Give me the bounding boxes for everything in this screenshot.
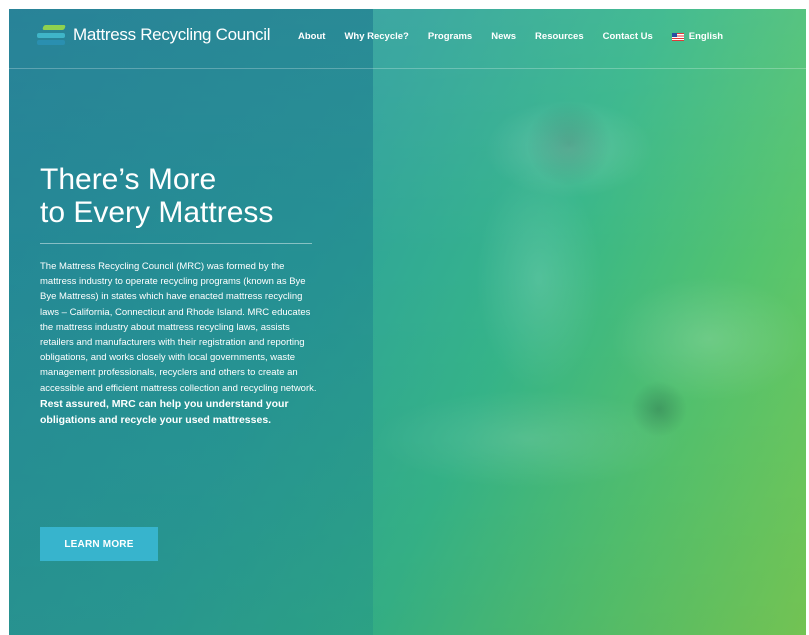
- hero-section: Mattress Recycling Council About Why Rec…: [9, 9, 806, 635]
- hero-body-bold: Rest assured, MRC can help you understan…: [40, 397, 289, 426]
- logo-text: Mattress Recycling Council: [73, 25, 271, 44]
- main-nav: About Why Recycle? Programs News Resourc…: [298, 31, 723, 42]
- nav-news[interactable]: News: [491, 31, 516, 42]
- learn-more-button[interactable]: LEARN MORE: [40, 527, 158, 561]
- logo-mark-icon: [37, 23, 67, 47]
- hero-title-line-2: to Every Mattress: [40, 196, 274, 229]
- hero-body-text: The Mattress Recycling Council (MRC) was…: [40, 261, 317, 394]
- hero-description: The Mattress Recycling Council (MRC) was…: [40, 259, 322, 428]
- site-logo[interactable]: Mattress Recycling Council: [37, 23, 271, 47]
- hero-title-line-1: There’s More: [40, 163, 217, 196]
- nav-about[interactable]: About: [298, 31, 325, 42]
- language-selector[interactable]: English: [671, 31, 724, 42]
- nav-resources[interactable]: Resources: [535, 31, 584, 42]
- title-divider: [40, 243, 312, 244]
- us-flag-icon: [671, 32, 684, 41]
- language-label: English: [688, 31, 724, 42]
- nav-why-recycle[interactable]: Why Recycle?: [344, 31, 408, 42]
- nav-contact-us[interactable]: Contact Us: [603, 31, 653, 42]
- hero-title: There’s More to Every Mattress: [40, 163, 360, 229]
- nav-programs[interactable]: Programs: [428, 31, 472, 42]
- site-header: Mattress Recycling Council About Why Rec…: [9, 9, 806, 69]
